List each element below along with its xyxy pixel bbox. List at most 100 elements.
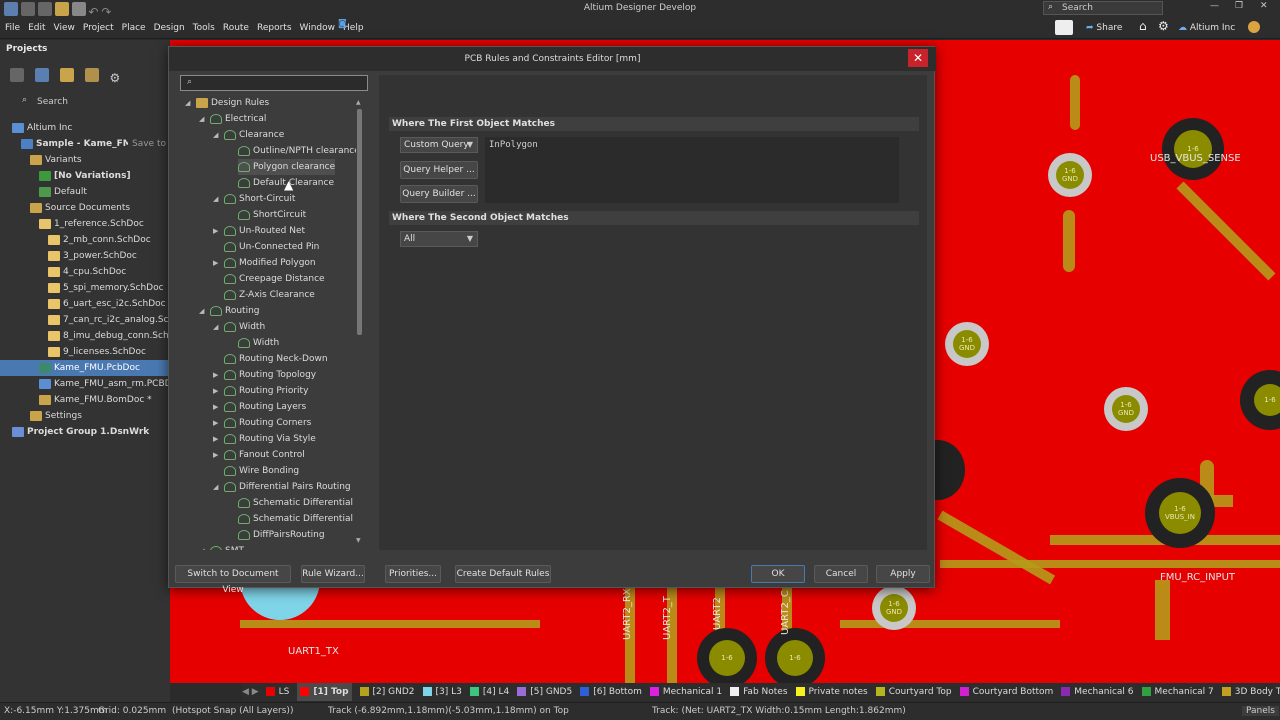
rule-tree-item[interactable]: ◢ Routing <box>199 303 260 319</box>
collapse-icon[interactable]: ◢ <box>199 115 207 123</box>
collapse-icon[interactable]: ◢ <box>185 99 193 107</box>
project-tree-item[interactable]: Kame_FMU.BomDoc * <box>0 392 170 408</box>
collapse-icon[interactable]: ◢ <box>199 547 207 550</box>
close-window-button[interactable]: ✕ <box>1260 1 1268 11</box>
project-options-icon[interactable] <box>34 68 49 82</box>
pcb-pad[interactable]: 1-6 <box>697 628 757 683</box>
menu-tools[interactable]: Tools <box>189 17 219 39</box>
project-tree-item[interactable]: Source Documents <box>0 200 170 216</box>
project-tree-item[interactable]: 6_uart_esc_i2c.SchDoc <box>0 296 170 312</box>
query-editor[interactable]: InPolygon <box>485 137 899 203</box>
rule-tree-item[interactable]: Width <box>238 335 279 351</box>
rule-tree-item[interactable]: ▶ Routing Corners <box>213 415 311 431</box>
pcb-pad[interactable]: 1-6 VBUS_IN <box>1145 478 1215 548</box>
layer-tab[interactable]: [4] L4 <box>469 683 509 701</box>
pcb-pad[interactable]: 1-6 GND <box>872 586 916 630</box>
menu-reports[interactable]: Reports <box>253 17 296 39</box>
layer-tab[interactable]: Courtyard Bottom <box>959 683 1053 701</box>
project-tree-item[interactable]: 3_power.SchDoc <box>0 248 170 264</box>
bell-icon[interactable]: ◙ <box>338 19 347 29</box>
pcb-pad[interactable]: 1-6 GND <box>1104 387 1148 431</box>
layer-tab[interactable]: Mechanical 1 <box>649 683 722 701</box>
pcb-pad[interactable]: 1-6 <box>1162 118 1224 180</box>
folder-settings-icon[interactable] <box>84 68 99 82</box>
collapse-icon[interactable]: ◢ <box>199 307 207 315</box>
rule-tree-item[interactable]: ▶ Routing Via Style <box>213 431 316 447</box>
dialog-close-button[interactable]: ✕ <box>908 49 928 67</box>
layer-tab[interactable]: Private notes <box>795 683 868 701</box>
project-tree-item[interactable]: Settings <box>0 408 170 424</box>
account-button[interactable]: ☁ Altium Inc <box>1178 21 1235 35</box>
rule-tree-item[interactable]: ▶ Routing Topology <box>213 367 316 383</box>
layer-tab[interactable]: [1] Top <box>297 683 352 701</box>
rule-tree-item[interactable]: ▶ Modified Polygon <box>213 255 316 271</box>
scroll-up-icon[interactable]: ▲ <box>356 99 361 106</box>
layer-tab[interactable]: [3] L3 <box>422 683 462 701</box>
rule-tree-item[interactable]: ▶ Routing Layers <box>213 399 306 415</box>
collapse-icon[interactable]: ◢ <box>213 323 221 331</box>
pcb-pad[interactable]: 1-6 <box>765 628 825 683</box>
menu-place[interactable]: Place <box>118 17 150 39</box>
project-tree-item[interactable]: 1_reference.SchDoc <box>0 216 170 232</box>
projects-search-input[interactable]: ⌕ Search <box>14 94 170 110</box>
expand-icon[interactable]: ▶ <box>213 387 221 395</box>
menu-view[interactable]: View <box>50 17 79 39</box>
rule-tree-item[interactable]: Schematic Differential Pai <box>238 511 356 527</box>
layer-tab[interactable]: [5] GND5 <box>517 683 572 701</box>
rule-tree-item[interactable]: ▶ Fanout Control <box>213 447 305 463</box>
expand-icon[interactable]: ▶ <box>213 371 221 379</box>
project-tree-item[interactable]: Default <box>0 184 170 200</box>
panels-button[interactable]: Panels <box>1242 706 1279 716</box>
layer-tab[interactable]: 3D Body Top <box>1221 683 1280 701</box>
rule-tree-item[interactable]: Z-Axis Clearance <box>224 287 315 303</box>
minimize-button[interactable]: — <box>1210 1 1219 11</box>
menu-design[interactable]: Design <box>150 17 189 39</box>
project-tree-item[interactable]: Altium Inc <box>0 120 170 136</box>
expand-icon[interactable]: ▶ <box>213 403 221 411</box>
pcb-pad[interactable]: 1-6 GND <box>945 322 989 366</box>
gear-icon[interactable]: ⚙ <box>1158 19 1169 33</box>
project-tree-item[interactable]: 8_imu_debug_conn.SchDoc <box>0 328 186 344</box>
maximize-button[interactable]: ❐ <box>1235 1 1243 11</box>
save-icon[interactable] <box>10 68 24 82</box>
layer-tab[interactable]: LS <box>265 683 289 701</box>
project-tree-item[interactable]: Kame_FMU.PcbDoc <box>0 360 170 376</box>
project-tree-item[interactable]: 9_licenses.SchDoc <box>0 344 170 360</box>
collapse-icon[interactable]: ◢ <box>213 483 221 491</box>
rule-tree-item[interactable]: Polygon clearance <box>238 159 336 175</box>
rule-tree-item[interactable]: Wire Bonding <box>224 463 299 479</box>
avatar[interactable] <box>1248 21 1260 33</box>
second-match-dropdown[interactable]: All ▼ <box>400 231 478 247</box>
project-tree-item[interactable]: Sample - Kame_FMU.PrjPcb Save to <box>0 136 170 152</box>
menu-edit[interactable]: Edit <box>24 17 49 39</box>
rules-tree-scrollbar[interactable]: ▲ ▼ <box>356 95 364 550</box>
rule-tree-item[interactable]: ◢ Clearance <box>213 127 284 143</box>
rule-tree-item[interactable]: DiffPairsRouting <box>238 527 325 543</box>
menu-route[interactable]: Route <box>219 17 253 39</box>
scroll-down-icon[interactable]: ▼ <box>356 537 361 544</box>
expand-icon[interactable]: ▶ <box>213 259 221 267</box>
apply-button[interactable]: Apply <box>876 565 930 583</box>
project-tree-item[interactable]: Variants <box>0 152 170 168</box>
layer-tab[interactable]: Fab Notes <box>730 683 788 701</box>
share-button[interactable]: ➦ Share <box>1086 20 1122 36</box>
layer-tab[interactable]: Mechanical 6 <box>1061 683 1134 701</box>
expand-icon[interactable]: ▶ <box>213 227 221 235</box>
rule-tree-item[interactable]: Outline/NPTH clearance <box>238 143 356 159</box>
rule-tree-item[interactable]: ◢ Width <box>213 319 265 335</box>
collapse-icon[interactable]: ◢ <box>213 131 221 139</box>
query-builder-button[interactable]: Query Builder ... <box>400 185 478 203</box>
rule-tree-item[interactable]: Routing Neck-Down <box>224 351 328 367</box>
layer-tab[interactable]: Courtyard Top <box>875 683 952 701</box>
project-tree-item[interactable]: 7_can_rc_i2c_analog.SchDoc <box>0 312 192 328</box>
layer-tab[interactable]: Mechanical 7 <box>1141 683 1214 701</box>
layer-tab[interactable]: [6] Bottom <box>580 683 642 701</box>
switch-to-document-view-button[interactable]: Switch to Document View <box>175 565 291 595</box>
gear-icon[interactable]: ⚙ <box>110 71 121 85</box>
collapse-icon[interactable]: ◢ <box>213 195 221 203</box>
folder-icon[interactable] <box>59 68 74 82</box>
menu-file[interactable]: File <box>1 17 24 39</box>
rule-tree-item[interactable]: Schematic Differential Pai <box>238 495 356 511</box>
expand-icon[interactable]: ▶ <box>213 451 221 459</box>
rule-tree-item[interactable]: ▶ Routing Priority <box>213 383 308 399</box>
